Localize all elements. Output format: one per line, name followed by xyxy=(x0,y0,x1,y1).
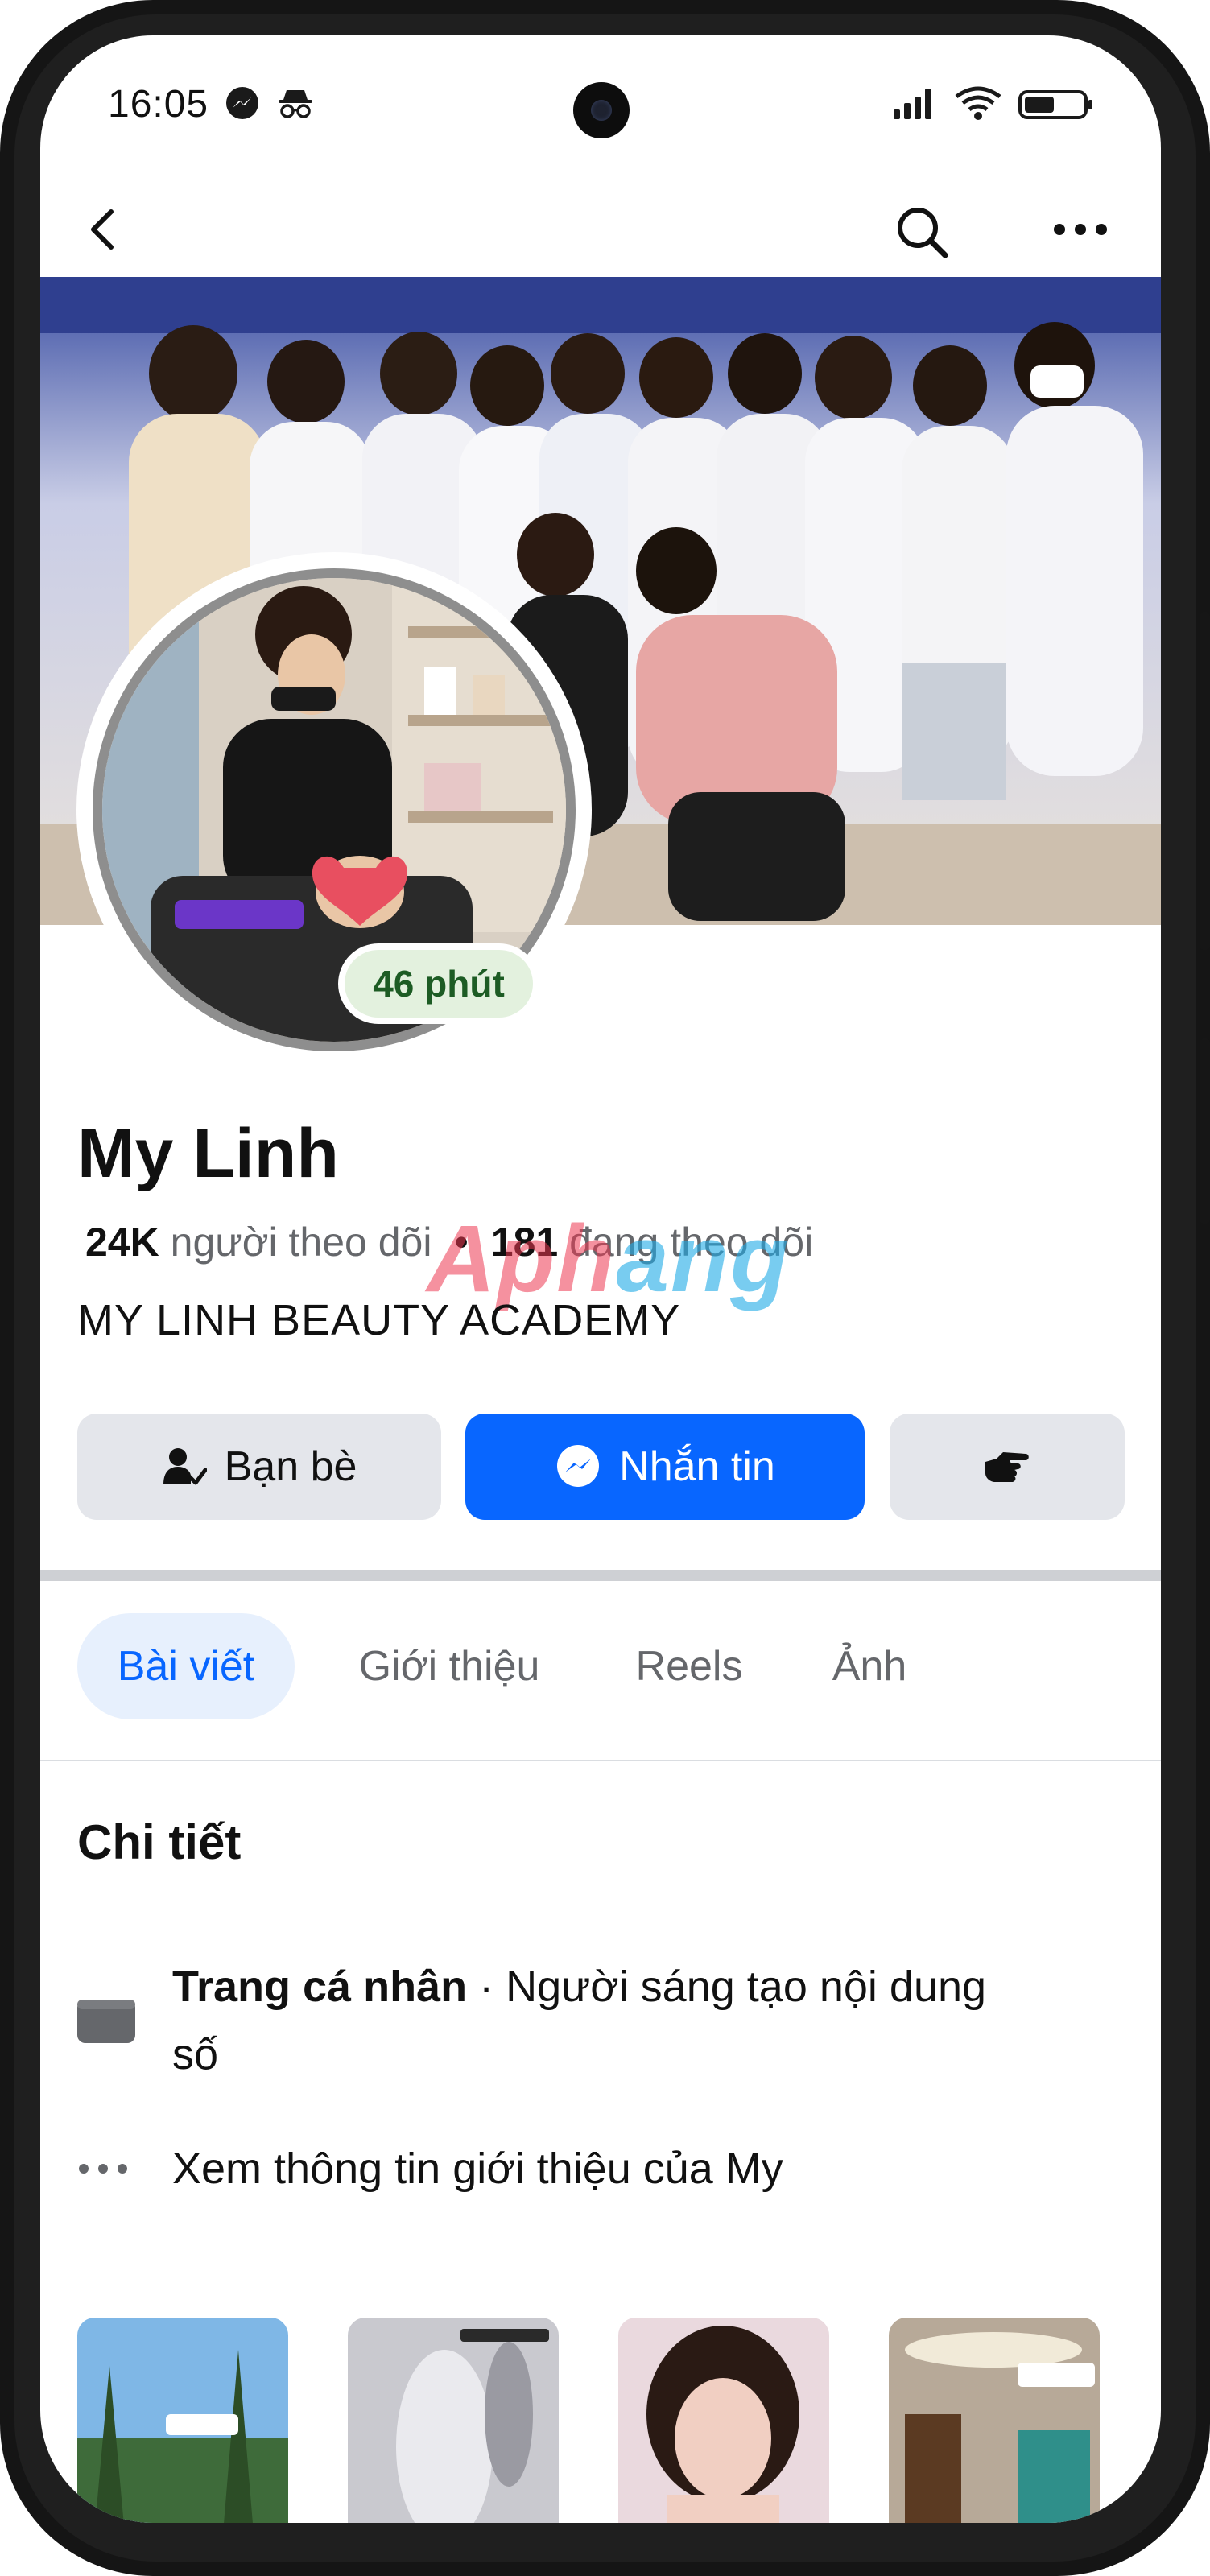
story-time-badge: 46 phút xyxy=(338,943,539,1024)
battery-icon xyxy=(1018,90,1092,119)
tab-about[interactable]: Giới thiệu xyxy=(328,1613,570,1719)
see-about-row[interactable]: Xem thông tin giới thiệu của My xyxy=(40,2128,1161,2209)
profile-type-row: Trang cá nhân · Người sáng tạo nội dung … xyxy=(40,1945,1161,2090)
screen: 16:05 46 phút My Linh 24K người theo dõi… xyxy=(40,35,1161,2523)
messenger-icon xyxy=(557,1445,600,1487)
story-time-text: 46 phút xyxy=(345,950,533,1018)
photo-portrait xyxy=(618,2318,829,2523)
status-bar: 16:05 xyxy=(40,35,1161,176)
friends-label: Bạn bè xyxy=(224,1443,357,1490)
see-about-text[interactable]: Xem thông tin giới thiệu của My xyxy=(172,2135,783,2202)
photo-interior xyxy=(889,2318,1100,2523)
messenger-icon xyxy=(226,87,258,119)
status-time: 16:05 xyxy=(108,83,209,126)
friends-button[interactable]: Bạn bè xyxy=(77,1414,441,1520)
back-chevron-icon[interactable] xyxy=(82,207,127,252)
poke-hand-icon xyxy=(985,1452,1029,1482)
message-label: Nhắn tin xyxy=(619,1443,775,1490)
profile-type-line2: số xyxy=(172,2030,219,2079)
photo-thumbnail[interactable] xyxy=(348,2318,559,2523)
profile-bio: MY LINH BEAUTY ACADEMY xyxy=(77,1296,681,1344)
photo-thumbnail[interactable] xyxy=(618,2318,829,2523)
signal-icon xyxy=(894,89,931,119)
poke-button[interactable] xyxy=(890,1414,1125,1520)
incognito-icon xyxy=(279,90,312,118)
photo-thumbnail[interactable] xyxy=(77,2318,288,2523)
more-horizontal-icon[interactable] xyxy=(1051,220,1109,239)
details-title: Chi tiết xyxy=(77,1815,242,1869)
friends-check-icon xyxy=(163,1448,207,1485)
power-button xyxy=(1200,1038,1210,1224)
wifi-icon xyxy=(955,86,1001,120)
tabs-separator xyxy=(40,1760,1161,1761)
more-dots-icon xyxy=(79,2164,127,2174)
tab-reels[interactable]: Reels xyxy=(609,1613,770,1719)
tab-photos[interactable]: Ảnh xyxy=(805,1613,934,1719)
profile-type-bold: Trang cá nhân xyxy=(172,1963,468,2011)
top-nav-bar xyxy=(40,176,1161,281)
photo-blur xyxy=(348,2318,559,2523)
tab-posts[interactable]: Bài viết xyxy=(77,1613,295,1719)
photo-thumbnails xyxy=(40,2318,1161,2523)
volume-button xyxy=(1200,612,1210,950)
followers-count[interactable]: 24K xyxy=(85,1220,159,1265)
page-type-icon xyxy=(77,2000,135,2043)
profile-tabs: Bài viết Giới thiệu Reels Ảnh xyxy=(40,1613,1161,1726)
photo-thumbnail[interactable] xyxy=(889,2318,1100,2523)
search-icon[interactable] xyxy=(894,204,950,260)
message-button[interactable]: Nhắn tin xyxy=(465,1414,865,1520)
photo-beach xyxy=(77,2318,288,2523)
front-camera xyxy=(573,82,630,138)
section-divider xyxy=(40,1570,1161,1581)
profile-name: My Linh xyxy=(77,1115,339,1192)
profile-type-text: Trang cá nhân · Người sáng tạo nội dung … xyxy=(172,1953,986,2088)
profile-type-rest: · Người sáng tạo nội dung xyxy=(479,1963,987,2011)
followers-label[interactable]: người theo dõi xyxy=(171,1220,432,1265)
